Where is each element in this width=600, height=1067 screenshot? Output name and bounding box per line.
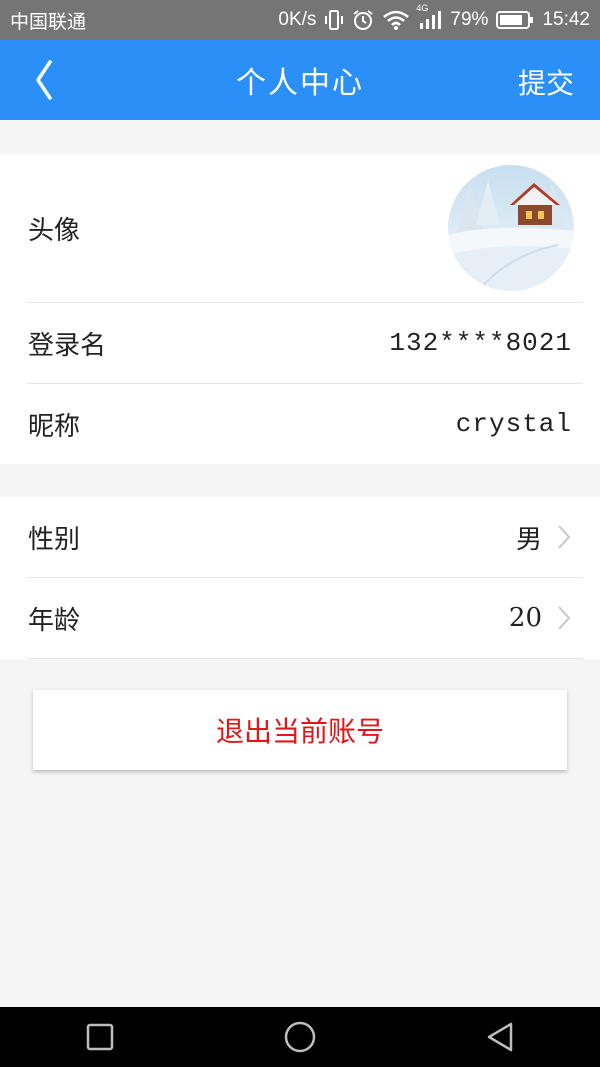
avatar-row[interactable]: 头像 xyxy=(0,154,600,302)
age-right: 20 xyxy=(509,603,572,633)
avatar-label: 头像 xyxy=(28,215,81,246)
age-row[interactable]: 年龄 20 xyxy=(0,578,600,658)
status-right: 0K/s 4G 79% 15:42 xyxy=(278,3,590,31)
recent-apps-button[interactable] xyxy=(70,1007,130,1067)
triangle-back-icon xyxy=(487,1022,513,1052)
clock: 15:42 xyxy=(542,9,590,30)
divider xyxy=(27,658,583,659)
avatar-image xyxy=(448,165,574,291)
age-label: 年龄 xyxy=(28,605,81,636)
vibrate-icon xyxy=(324,9,344,31)
gender-row[interactable]: 性别 男 xyxy=(0,497,600,577)
status-bar: 中国联通 0K/s 4G 79% 15:42 xyxy=(0,0,600,40)
alarm-icon xyxy=(352,9,374,31)
system-nav-bar xyxy=(0,1007,600,1067)
page-title: 个人中心 xyxy=(236,66,364,101)
chevron-right-icon xyxy=(558,525,571,549)
circle-icon xyxy=(284,1021,316,1053)
login-name-label: 登录名 xyxy=(28,330,107,361)
logout-button[interactable]: 退出当前账号 xyxy=(33,690,567,770)
screen: 中国联通 0K/s 4G 79% 15:42 个人中心 提交 头像 登录名 13… xyxy=(0,0,600,1067)
gender-label: 性别 xyxy=(28,524,81,555)
gender-right: 男 xyxy=(516,519,572,556)
back-nav-button[interactable] xyxy=(470,1007,530,1067)
avatar[interactable] xyxy=(448,165,574,291)
square-icon xyxy=(86,1023,114,1051)
nickname-value[interactable]: crystal xyxy=(456,409,572,439)
profile-section: 头像 登录名 132****8021 昵称 crystal xyxy=(0,154,600,464)
home-button[interactable] xyxy=(270,1007,330,1067)
wifi-icon xyxy=(382,9,410,31)
gender-value: 男 xyxy=(515,524,542,555)
login-name-value: 132****8021 xyxy=(389,328,572,358)
login-name-row: 登录名 132****8021 xyxy=(0,303,600,383)
nickname-row[interactable]: 昵称 crystal xyxy=(0,384,600,464)
nickname-label: 昵称 xyxy=(28,411,81,442)
signal-icon: 4G xyxy=(416,3,442,31)
battery-percent: 79% xyxy=(450,9,489,30)
chevron-right-icon xyxy=(558,606,571,630)
age-value: 20 xyxy=(508,603,542,633)
network-speed: 0K/s xyxy=(278,9,317,30)
chevron-left-icon xyxy=(36,60,52,100)
details-section: 性别 男 年龄 20 xyxy=(0,497,600,659)
navbar: 个人中心 提交 xyxy=(0,40,600,120)
back-button[interactable] xyxy=(28,58,68,102)
submit-button[interactable]: 提交 xyxy=(518,62,574,102)
battery-icon xyxy=(496,10,534,30)
network-type: 4G xyxy=(416,3,429,13)
carrier-label: 中国联通 xyxy=(10,11,87,33)
